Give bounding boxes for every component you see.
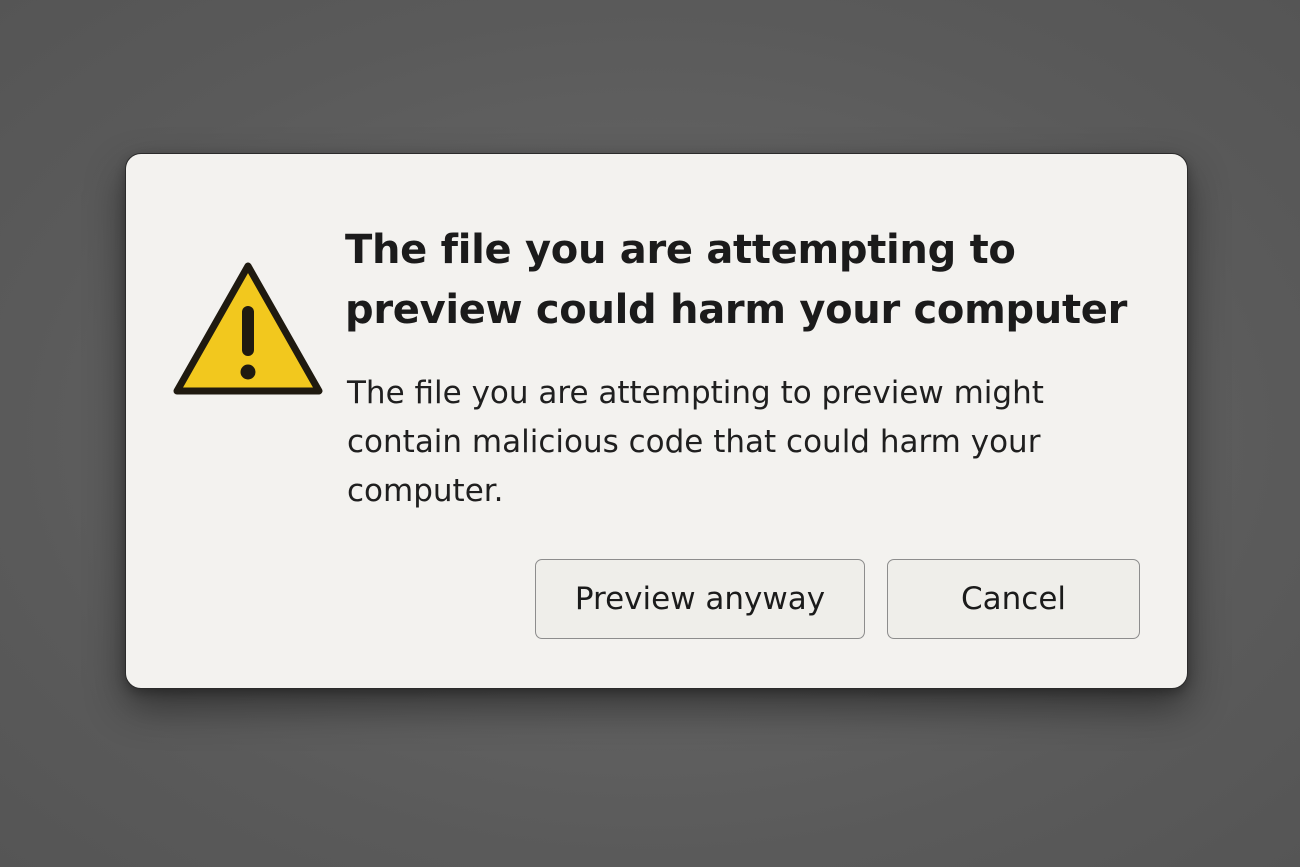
security-warning-dialog: The file you are attempting to preview c… <box>125 153 1188 689</box>
dialog-message: The file you are attempting to preview m… <box>347 375 1044 509</box>
preview-anyway-button[interactable]: Preview anyway <box>535 559 865 639</box>
cancel-button[interactable]: Cancel <box>887 559 1140 639</box>
warning-triangle-icon <box>172 258 324 400</box>
dialog-title: The file you are attempting to preview c… <box>345 227 1128 333</box>
